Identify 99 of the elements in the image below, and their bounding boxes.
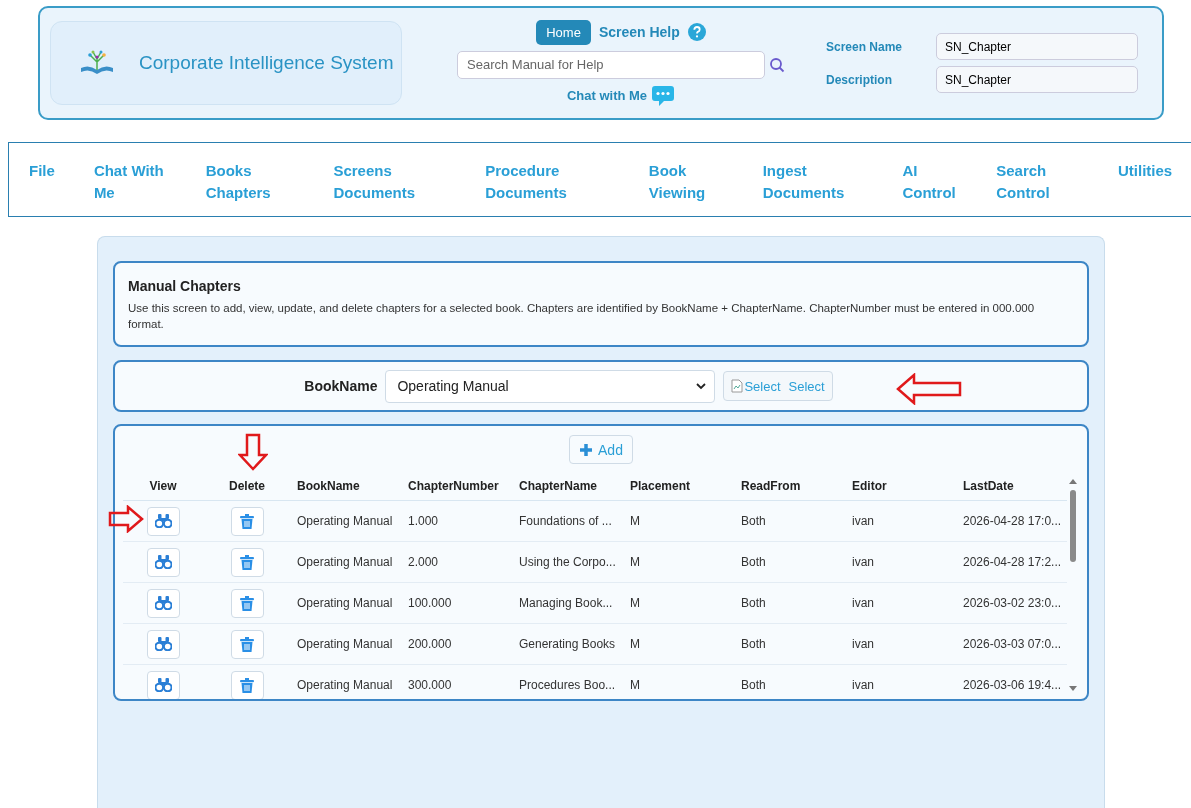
column-header: Editor	[846, 472, 957, 501]
table-cell: ivan	[852, 596, 874, 610]
table-cell: 2026-03-06 19:4...	[963, 678, 1062, 692]
table-cell: 2026-03-02 23:0...	[963, 596, 1062, 610]
broken-image-icon	[731, 379, 744, 393]
select-button[interactable]: Select Select	[723, 371, 833, 401]
home-button[interactable]: Home	[536, 19, 591, 45]
add-button[interactable]: Add	[569, 435, 633, 464]
table-cell: 2026-03-03 07:0...	[963, 637, 1062, 651]
table-cell: 2026-04-28 17:2...	[963, 555, 1062, 569]
book-tree-logo-icon	[79, 50, 115, 76]
table-cell: ivan	[852, 514, 874, 528]
binoculars-icon	[154, 678, 172, 692]
table-cell: M	[630, 678, 640, 692]
menu-item[interactable]: Books Chapters	[205, 160, 274, 204]
table-cell: ivan	[852, 678, 874, 692]
menu-item[interactable]: Utilities	[1118, 160, 1191, 182]
help-icon[interactable]	[687, 23, 706, 41]
table-cell: 300.000	[408, 678, 452, 692]
table-cell: 1.000	[408, 514, 439, 528]
chat-link[interactable]: Chat with Me	[566, 88, 648, 103]
menu-item[interactable]: AI Control	[902, 160, 961, 204]
field-label: BookName	[304, 378, 378, 394]
column-header: View	[123, 472, 203, 501]
trash-icon	[240, 677, 254, 693]
table-cell: Operating Manual	[297, 514, 393, 528]
annotation-arrow	[238, 433, 268, 471]
delete-button[interactable]	[230, 588, 264, 618]
annotation-arrow	[108, 505, 144, 533]
table-cell: Foundations of ...	[519, 514, 612, 528]
menu-item[interactable]: Procedure Documents	[485, 160, 570, 204]
table-cell: ivan	[852, 637, 874, 651]
table-cell: 200.000	[408, 637, 452, 651]
delete-button[interactable]	[230, 629, 264, 659]
trash-icon	[240, 595, 254, 611]
table-cell: ivan	[852, 555, 874, 569]
table-cell: Operating Manual	[297, 637, 393, 651]
app-title: Corporate Intelligence System	[139, 52, 394, 74]
view-button[interactable]	[146, 547, 180, 577]
view-button[interactable]	[146, 506, 180, 536]
table-cell: M	[630, 596, 640, 610]
delete-button[interactable]	[230, 506, 264, 536]
field-label: Screen Name	[826, 39, 904, 54]
search-field[interactable]: Search Manual for Help	[457, 50, 765, 79]
text-field[interactable]: SN_Chapter	[936, 33, 1138, 60]
table-cell: M	[630, 637, 640, 651]
table-cell: Using the Corpo...	[519, 555, 616, 569]
section-title: Manual Chapters	[128, 278, 242, 294]
trash-icon	[240, 636, 254, 652]
menu-item[interactable]: Book Viewing	[648, 160, 709, 204]
binoculars-icon	[154, 596, 172, 610]
binoculars-icon	[154, 637, 172, 651]
menu-item[interactable]: File	[29, 160, 69, 182]
table-cell: Procedures Boo...	[519, 678, 616, 692]
column-header: BookName	[291, 472, 402, 501]
view-button[interactable]	[146, 588, 180, 618]
view-button[interactable]	[146, 670, 180, 699]
table-cell: 100.000	[408, 596, 452, 610]
search-icon[interactable]	[769, 56, 785, 73]
chevron-icon	[696, 382, 707, 390]
text-field[interactable]: SN_Chapter	[936, 66, 1138, 93]
table-cell: Both	[741, 637, 766, 651]
table-cell: 2026-04-28 17:0...	[963, 514, 1062, 528]
screen-help-link[interactable]: Screen Help	[598, 24, 680, 40]
table-cell: Managing Book...	[519, 596, 613, 610]
column-header: Delete	[203, 472, 291, 501]
table-cell: Both	[741, 555, 766, 569]
view-button[interactable]	[146, 629, 180, 659]
table-cell: Generating Books	[519, 637, 616, 651]
column-header: ReadFrom	[735, 472, 846, 501]
table-cell: M	[630, 555, 640, 569]
trash-icon	[240, 513, 254, 529]
binoculars-icon	[154, 514, 172, 528]
book-dropdown[interactable]: Operating Manual	[385, 369, 716, 403]
table-cell: Both	[741, 514, 766, 528]
table-cell: M	[630, 514, 640, 528]
table-cell: Operating Manual	[297, 596, 393, 610]
delete-button[interactable]	[230, 670, 264, 699]
chat-bubble-icon[interactable]	[651, 84, 676, 107]
menu-item[interactable]: Chat With Me	[93, 160, 169, 204]
description-text: Use this screen to add, view, update, and delete chapters for a selected book. Chapters are identified by BookName + ChapterName. ChapterNumber must be entered in 000.000 format.	[128, 301, 1036, 332]
field-label: Description	[826, 72, 893, 87]
column-header: ChapterName	[513, 472, 624, 501]
column-header: LastDate	[957, 472, 1067, 501]
trash-icon	[240, 554, 254, 570]
menu-item[interactable]: Ingest Documents	[762, 160, 847, 204]
table-cell: Both	[741, 596, 766, 610]
column-header: ChapterNumber	[402, 472, 513, 501]
table-cell: 2.000	[408, 555, 439, 569]
annotation-arrow	[896, 373, 962, 405]
menu-item[interactable]: Screens Documents	[333, 160, 418, 204]
column-header: Placement	[624, 472, 735, 501]
table-cell: Operating Manual	[297, 555, 393, 569]
delete-button[interactable]	[230, 547, 264, 577]
menu-item[interactable]: Search Control	[996, 160, 1055, 204]
plus-icon	[579, 442, 594, 457]
table-cell: Both	[741, 678, 766, 692]
binoculars-icon	[154, 555, 172, 569]
table-cell: Operating Manual	[297, 678, 393, 692]
